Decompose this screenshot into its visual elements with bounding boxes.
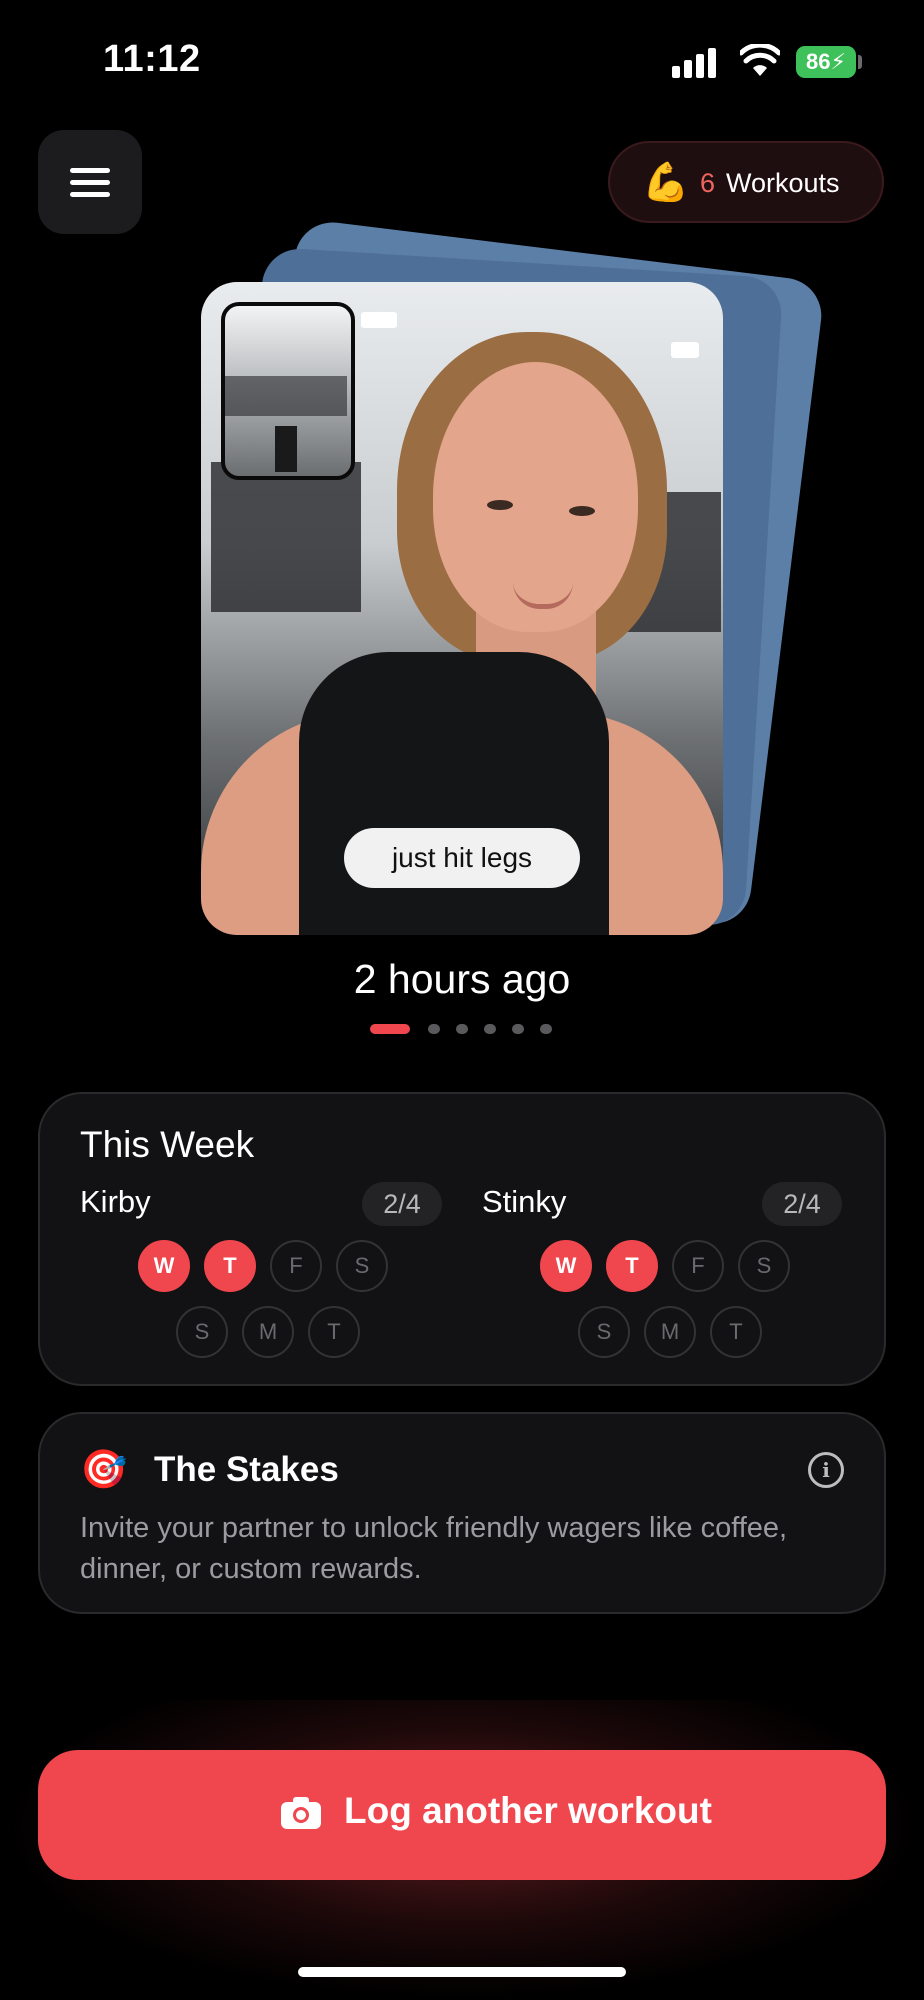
page-dot[interactable] xyxy=(428,1024,440,1034)
this-week-title: This Week xyxy=(80,1124,255,1165)
day-kirby-0: W xyxy=(138,1240,190,1292)
day-stinky-4: S xyxy=(578,1306,630,1358)
day-stinky-6: T xyxy=(710,1306,762,1358)
page-dot[interactable] xyxy=(540,1024,552,1034)
day-kirby-5: M xyxy=(242,1306,294,1358)
inset-selfie-photo[interactable] xyxy=(221,302,355,480)
day-stinky-1: T xyxy=(606,1240,658,1292)
day-kirby-4: S xyxy=(176,1306,228,1358)
target-icon: 🎯 xyxy=(80,1449,128,1491)
page-dot[interactable] xyxy=(456,1024,468,1034)
info-icon[interactable]: i xyxy=(808,1452,844,1488)
cellular-signal-icon xyxy=(672,48,724,78)
camera-icon xyxy=(281,1797,321,1829)
stakes-description: Invite your partner to unlock friendly w… xyxy=(80,1512,788,1585)
this-week-card: This Week Kirby 2/4 W T F S S M T Stinky… xyxy=(38,1092,886,1386)
flexed-biceps-icon: 💪 xyxy=(642,162,690,204)
status-bar: 11:12 86 ⚡ xyxy=(0,0,924,120)
day-stinky-3: S xyxy=(738,1240,790,1292)
battery-level: 86 xyxy=(806,49,831,74)
page-dot[interactable] xyxy=(484,1024,496,1034)
menu-button[interactable] xyxy=(38,130,142,234)
page-dot-active[interactable] xyxy=(370,1024,410,1034)
home-indicator[interactable] xyxy=(298,1967,626,1977)
page-dot[interactable] xyxy=(512,1024,524,1034)
workout-photo-card[interactable]: just hit legs xyxy=(201,282,723,935)
day-stinky-5: M xyxy=(644,1306,696,1358)
day-kirby-6: T xyxy=(308,1306,360,1358)
wifi-icon xyxy=(740,44,780,76)
photo-caption: just hit legs xyxy=(344,828,580,888)
score-kirby: 2/4 xyxy=(362,1182,442,1226)
workouts-label: Workouts xyxy=(726,168,840,198)
stakes-card[interactable]: 🎯 The Stakes i Invite your partner to un… xyxy=(38,1412,886,1614)
workouts-count-button[interactable]: 💪 6 Workouts xyxy=(608,141,884,223)
log-workout-label: Log another workout xyxy=(344,1790,712,1831)
battery-cap xyxy=(858,55,862,69)
log-workout-button[interactable]: Log another workout xyxy=(38,1750,886,1880)
day-stinky-0: W xyxy=(540,1240,592,1292)
photo-subject-tank-top xyxy=(299,652,609,935)
score-stinky: 2/4 xyxy=(762,1182,842,1226)
photo-timestamp: 2 hours ago xyxy=(353,956,571,1002)
day-kirby-2: F xyxy=(270,1240,322,1292)
status-time: 11:12 xyxy=(103,38,201,80)
workouts-count: 6 xyxy=(700,168,716,198)
day-kirby-3: S xyxy=(336,1240,388,1292)
hamburger-icon xyxy=(70,168,110,173)
battery-icon: 86 ⚡ xyxy=(796,46,856,78)
day-stinky-2: F xyxy=(672,1240,724,1292)
person-name-kirby: Kirby xyxy=(80,1184,151,1219)
stakes-title: The Stakes xyxy=(154,1450,339,1489)
day-kirby-1: T xyxy=(204,1240,256,1292)
person-name-stinky: Stinky xyxy=(482,1184,567,1219)
